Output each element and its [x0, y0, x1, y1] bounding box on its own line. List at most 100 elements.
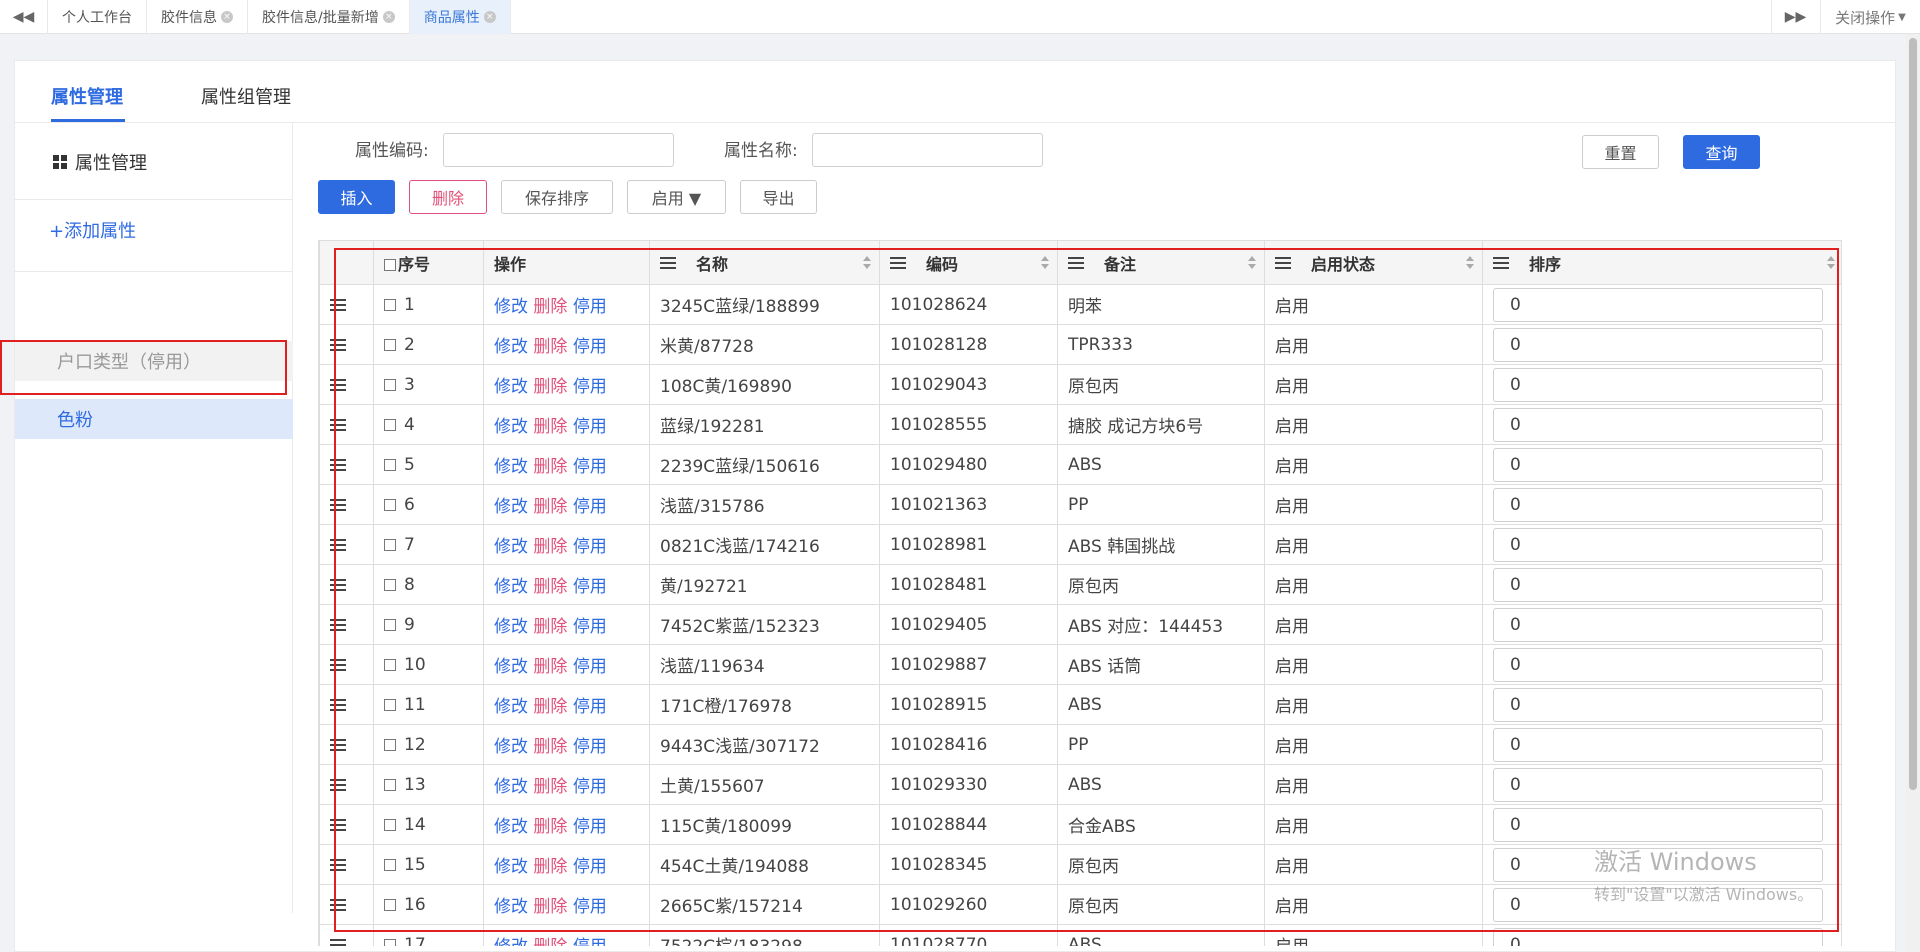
drag-handle[interactable]	[319, 844, 374, 885]
delete-link[interactable]: 删除	[533, 457, 567, 477]
row-checkbox[interactable]	[384, 738, 396, 751]
row-checkbox[interactable]	[384, 378, 396, 391]
drag-handle[interactable]	[319, 764, 374, 805]
delete-link[interactable]: 删除	[533, 657, 567, 677]
sort-input[interactable]: 0	[1493, 327, 1823, 362]
edit-link[interactable]: 修改	[494, 417, 528, 437]
table-row[interactable]: 14 修改 删除 停用 115C黄/180099 101028844 合金ABS 启用 0	[319, 804, 1841, 845]
drag-handle[interactable]	[319, 444, 374, 485]
table-row[interactable]: 2 修改 删除 停用 米黄/87728 101028128 TPR333 启用 0	[319, 324, 1841, 365]
drag-handle-icon[interactable]	[330, 858, 346, 871]
delete-link[interactable]: 删除	[533, 737, 567, 757]
drag-handle-icon[interactable]	[330, 938, 346, 947]
edit-link[interactable]: 修改	[494, 617, 528, 637]
row-checkbox[interactable]	[384, 498, 396, 511]
sort-input[interactable]: 0	[1493, 487, 1823, 522]
sort-icon[interactable]	[1041, 256, 1049, 270]
drag-handle-icon[interactable]	[330, 498, 346, 511]
sort-input[interactable]: 0	[1493, 447, 1823, 482]
drag-handle-icon[interactable]	[330, 538, 346, 551]
disable-link[interactable]: 停用	[573, 737, 607, 757]
drag-handle-icon[interactable]	[330, 418, 346, 431]
add-attribute-link[interactable]: +添加属性	[49, 217, 136, 243]
edit-link[interactable]: 修改	[494, 377, 528, 397]
page-scrollbar[interactable]	[1906, 34, 1920, 952]
drag-handle-icon[interactable]	[330, 458, 346, 471]
edit-link[interactable]: 修改	[494, 577, 528, 597]
edit-link[interactable]: 修改	[494, 657, 528, 677]
disable-link[interactable]: 停用	[573, 337, 607, 357]
column-menu-icon[interactable]	[660, 256, 676, 269]
attribute-name-input[interactable]	[812, 133, 1043, 167]
disable-link[interactable]: 停用	[573, 817, 607, 837]
delete-link[interactable]: 删除	[533, 417, 567, 437]
disable-link[interactable]: 停用	[573, 497, 607, 517]
row-checkbox[interactable]	[384, 818, 396, 831]
drag-handle[interactable]	[319, 364, 374, 405]
drag-handle-icon[interactable]	[330, 378, 346, 391]
delete-link[interactable]: 删除	[533, 497, 567, 517]
disable-link[interactable]: 停用	[573, 577, 607, 597]
sort-input[interactable]: 0	[1493, 687, 1823, 722]
row-checkbox[interactable]	[384, 618, 396, 631]
drag-handle[interactable]	[319, 724, 374, 765]
edit-link[interactable]: 修改	[494, 737, 528, 757]
sort-input[interactable]: 0	[1493, 567, 1823, 602]
disable-link[interactable]: 停用	[573, 657, 607, 677]
table-row[interactable]: 3 修改 删除 停用 108C黄/169890 101029043 原包丙 启用 0	[319, 364, 1841, 405]
table-row[interactable]: 5 修改 删除 停用 2239C蓝绿/150616 101029480 ABS 启用 0	[319, 444, 1841, 485]
edit-link[interactable]: 修改	[494, 497, 528, 517]
row-checkbox[interactable]	[384, 778, 396, 791]
header-name[interactable]: 名称	[649, 240, 880, 285]
drag-handle[interactable]	[319, 924, 374, 947]
drag-handle-icon[interactable]	[330, 778, 346, 791]
edit-link[interactable]: 修改	[494, 457, 528, 477]
sort-input[interactable]: 0	[1493, 407, 1823, 442]
drag-handle[interactable]	[319, 524, 374, 565]
header-remark[interactable]: 备注	[1057, 240, 1265, 285]
edit-link[interactable]: 修改	[494, 777, 528, 797]
sort-input[interactable]: 0	[1493, 807, 1823, 842]
row-checkbox[interactable]	[384, 578, 396, 591]
close-tab-icon[interactable]: ×	[382, 11, 395, 23]
drag-handle[interactable]	[319, 644, 374, 685]
disable-link[interactable]: 停用	[573, 617, 607, 637]
tab-prev-button[interactable]: ◀◀	[0, 0, 48, 34]
sort-icon[interactable]	[1248, 256, 1256, 270]
row-checkbox[interactable]	[384, 298, 396, 311]
tab-item[interactable]: 胶件信息/批量新增 ×	[248, 0, 410, 34]
export-button[interactable]: 导出	[740, 180, 817, 214]
table-row[interactable]: 4 修改 删除 停用 蓝绿/192281 101028555 搪胶 成记方块6号 启用 0	[319, 404, 1841, 445]
disable-link[interactable]: 停用	[573, 457, 607, 477]
drag-handle[interactable]	[319, 324, 374, 365]
edit-link[interactable]: 修改	[494, 697, 528, 717]
table-row[interactable]: 6 修改 删除 停用 浅蓝/315786 101021363 PP 启用 0	[319, 484, 1841, 525]
tab-item[interactable]: 胶件信息 ×	[147, 0, 248, 34]
disable-link[interactable]: 停用	[573, 697, 607, 717]
table-row[interactable]: 7 修改 删除 停用 0821C浅蓝/174216 101028981 ABS 韩国挑战…	[319, 524, 1841, 565]
drag-handle-icon[interactable]	[330, 578, 346, 591]
edit-link[interactable]: 修改	[494, 937, 528, 946]
select-all-checkbox[interactable]	[384, 259, 396, 271]
table-row[interactable]: 11 修改 删除 停用 171C橙/176978 101028915 ABS 启用 0	[319, 684, 1841, 725]
delete-button[interactable]: 删除	[409, 180, 487, 214]
table-row[interactable]: 8 修改 删除 停用 黄/192721 101028481 原包丙 启用 0	[319, 564, 1841, 605]
column-menu-icon[interactable]	[1068, 256, 1084, 269]
enable-dropdown-button[interactable]: 启用 ▼	[627, 180, 726, 214]
delete-link[interactable]: 删除	[533, 817, 567, 837]
drag-handle-icon[interactable]	[330, 698, 346, 711]
query-button[interactable]: 查询	[1683, 135, 1760, 169]
column-menu-icon[interactable]	[1275, 256, 1291, 269]
row-checkbox[interactable]	[384, 458, 396, 471]
disable-link[interactable]: 停用	[573, 857, 607, 877]
disable-link[interactable]: 停用	[573, 537, 607, 557]
delete-link[interactable]: 删除	[533, 937, 567, 946]
tab-item[interactable]: 商品属性 ×	[409, 0, 511, 34]
table-row[interactable]: 17修改 删除 停用7522C棕/183298101028770ABS启用0	[319, 924, 1841, 947]
attribute-code-input[interactable]	[443, 133, 674, 167]
insert-button[interactable]: 插入	[318, 180, 395, 214]
sort-icon[interactable]	[1466, 256, 1474, 270]
save-sort-button[interactable]: 保存排序	[501, 180, 613, 214]
tab-item[interactable]: 个人工作台	[48, 0, 147, 34]
sort-input[interactable]: 0	[1493, 527, 1823, 562]
